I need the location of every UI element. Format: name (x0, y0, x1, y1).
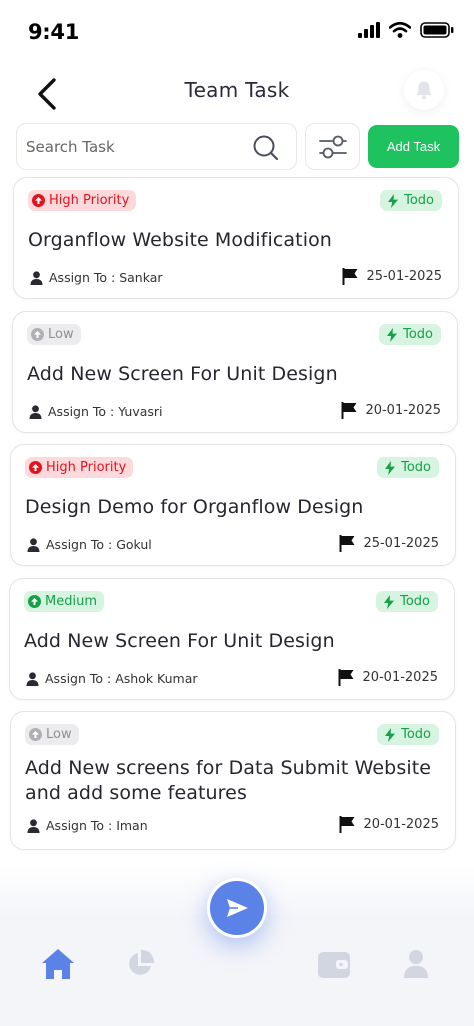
task-card[interactable]: High Priority Todo Organflow Website Mod… (13, 177, 459, 299)
search-row: Add Task (16, 123, 459, 171)
task-title: Organflow Website Modification (28, 229, 332, 251)
wallet-icon (318, 952, 350, 978)
pie-chart-icon (129, 949, 155, 975)
due-date-label: 25-01-2025 (366, 269, 442, 284)
task-card[interactable]: Low Todo Add New screens for Data Submit… (10, 711, 456, 850)
task-title: Add New Screen For Unit Design (24, 630, 335, 652)
assignee-label: Assign To : Yuvasri (48, 404, 163, 419)
arrow-up-icon (29, 461, 42, 474)
due-date-label: 25-01-2025 (363, 536, 439, 551)
nav-profile[interactable] (396, 944, 436, 984)
assignee: Assign To : Ashok Kumar (26, 671, 198, 686)
header: Team Task (0, 64, 474, 120)
status-icons (358, 22, 454, 38)
due-date: 20-01-2025 (339, 816, 439, 833)
status-label: Todo (404, 193, 434, 208)
assignee-label: Assign To : Iman (46, 818, 148, 833)
due-date-label: 20-01-2025 (362, 670, 438, 685)
due-date: 20-01-2025 (341, 402, 441, 419)
status-badge: Todo (380, 190, 442, 211)
status-label: Todo (401, 727, 431, 742)
person-icon (29, 404, 42, 419)
priority-badge: Low (25, 724, 79, 745)
status-bar: 9:41 (0, 0, 474, 56)
priority-label: Low (48, 327, 74, 342)
lightning-icon (385, 460, 396, 475)
arrow-up-icon (29, 728, 42, 741)
due-date-label: 20-01-2025 (363, 817, 439, 832)
person-icon (27, 537, 40, 552)
filter-button[interactable] (305, 123, 360, 170)
flag-icon (339, 816, 355, 833)
page-title: Team Task (184, 78, 290, 102)
task-card[interactable]: Medium Todo Add New Screen For Unit Desi… (9, 578, 455, 700)
send-icon (227, 899, 248, 917)
assignee: Assign To : Sankar (30, 270, 163, 285)
assignee: Assign To : Yuvasri (29, 404, 163, 419)
status-label: Todo (400, 594, 430, 609)
arrow-up-icon (32, 194, 45, 207)
due-date: 25-01-2025 (342, 268, 442, 285)
notification-button[interactable] (404, 70, 444, 110)
person-icon (26, 671, 39, 686)
lightning-icon (387, 327, 398, 342)
task-card[interactable]: Low Todo Add New Screen For Unit Design … (12, 311, 458, 433)
due-date-label: 20-01-2025 (365, 403, 441, 418)
due-date: 20-01-2025 (338, 669, 438, 686)
assignee-label: Assign To : Gokul (46, 537, 152, 552)
assignee-label: Assign To : Ashok Kumar (45, 671, 198, 686)
status-label: Todo (401, 460, 431, 475)
flag-icon (339, 535, 355, 552)
bell-icon (416, 81, 432, 100)
arrow-up-icon (31, 328, 44, 341)
home-icon (42, 949, 74, 979)
wifi-icon (389, 22, 411, 38)
status-label: Todo (403, 327, 433, 342)
assignee: Assign To : Iman (27, 818, 148, 833)
assignee: Assign To : Gokul (27, 537, 152, 552)
person-icon (30, 270, 43, 285)
arrow-up-icon (28, 595, 41, 608)
status-time: 9:41 (28, 20, 80, 44)
priority-badge: Low (27, 324, 81, 345)
priority-label: Medium (45, 594, 97, 609)
priority-badge: Medium (24, 591, 104, 612)
status-badge: Todo (377, 457, 439, 478)
flag-icon (338, 669, 354, 686)
nav-wallet[interactable] (314, 944, 354, 984)
status-badge: Todo (377, 724, 439, 745)
nav-home[interactable] (38, 944, 78, 984)
due-date: 25-01-2025 (339, 535, 439, 552)
person-icon (27, 818, 40, 833)
search-box[interactable] (16, 123, 297, 170)
user-icon (404, 950, 428, 978)
priority-badge: High Priority (25, 457, 134, 478)
flag-icon (342, 268, 358, 285)
lightning-icon (388, 193, 399, 208)
priority-label: High Priority (49, 193, 130, 208)
battery-icon (420, 22, 454, 38)
priority-label: Low (46, 727, 72, 742)
signal-icon (358, 22, 380, 38)
task-title: Add New Screen For Unit Design (27, 363, 338, 385)
filter-sliders-icon (318, 135, 347, 158)
search-input[interactable] (26, 124, 246, 169)
assignee-label: Assign To : Sankar (49, 270, 163, 285)
priority-label: High Priority (46, 460, 127, 475)
nav-analytics[interactable] (120, 944, 160, 984)
task-title: Add New screens for Data Submit Website … (25, 757, 432, 804)
priority-badge: High Priority (28, 190, 137, 211)
status-badge: Todo (376, 591, 438, 612)
add-task-button[interactable]: Add Task (368, 125, 459, 168)
nav-send-fab[interactable] (207, 878, 267, 938)
status-badge: Todo (379, 324, 441, 345)
lightning-icon (385, 727, 396, 742)
task-title: Design Demo for Organflow Design (25, 496, 364, 518)
search-icon[interactable] (252, 134, 280, 162)
task-card[interactable]: High Priority Todo Design Demo for Organ… (10, 444, 456, 566)
lightning-icon (384, 594, 395, 609)
flag-icon (341, 402, 357, 419)
